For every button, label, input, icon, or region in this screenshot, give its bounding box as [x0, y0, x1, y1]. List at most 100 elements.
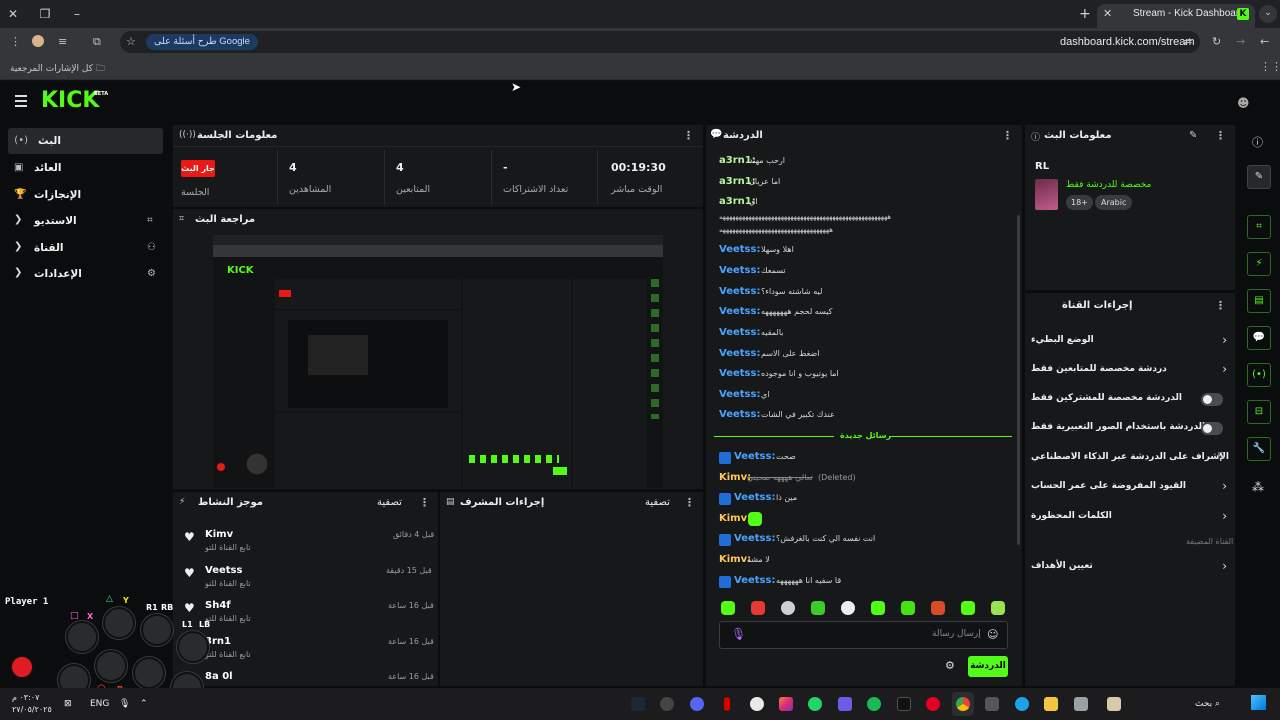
chat-scrollbar[interactable] — [1017, 215, 1020, 545]
microphone-tray-icon[interactable]: 🎙 — [119, 699, 130, 709]
profile-avatar-icon[interactable] — [32, 35, 44, 47]
tray-chevron-up-icon[interactable]: ⌃ — [140, 699, 148, 709]
sidebar-item-stream[interactable]: (•) البث — [8, 128, 163, 154]
new-tab-icon[interactable]: + — [1079, 6, 1091, 22]
set-goals-row[interactable]: تعيين الأهداف › — [1031, 557, 1227, 579]
subscribers-only-toggle[interactable] — [1201, 393, 1223, 406]
ai-moderation-row[interactable]: الإشراف على الدردشة عبر الذكاء الاصطناعي… — [1031, 448, 1229, 470]
banned-words-row[interactable]: الكلمات المحظورة › — [1031, 507, 1227, 529]
category-link[interactable]: مخصصة للدردشة فقط — [1066, 180, 1151, 190]
more-options-icon[interactable]: ⋮ — [419, 496, 430, 509]
chat-username[interactable]: Veetss: — [734, 575, 775, 586]
language-indicator[interactable]: ENG — [90, 699, 109, 709]
emoji-icon[interactable]: ☺ — [987, 628, 998, 641]
sidebar-item-achievements[interactable]: 🏆 الإنجازات — [8, 182, 163, 208]
emote-button[interactable] — [871, 601, 885, 615]
spotify-icon[interactable] — [867, 697, 881, 711]
chat-username[interactable]: Veetss: — [719, 389, 760, 400]
bookmark-star-icon[interactable]: ☆ — [126, 35, 136, 48]
taskbar-app-icon[interactable] — [1107, 697, 1121, 711]
emote-button[interactable] — [721, 601, 735, 615]
emote-button[interactable] — [931, 601, 945, 615]
chat-username[interactable]: Veetss: — [719, 286, 760, 297]
more-options-icon[interactable]: ⋮ — [1215, 129, 1226, 142]
tab-search-icon[interactable]: ⌄ — [1259, 5, 1277, 23]
chat-username[interactable]: Veetss: — [734, 451, 775, 462]
taskbar-app-icon[interactable] — [1074, 697, 1088, 711]
sidebar-item-revenue[interactable]: ▣ العائد — [8, 155, 163, 181]
taskbar-search[interactable]: بحث ⌕ — [1195, 699, 1220, 709]
taskbar-app-icon[interactable] — [838, 697, 852, 711]
broadcast-rail-icon[interactable]: (•) — [1247, 363, 1271, 387]
chat-username[interactable]: Veetss: — [719, 244, 760, 255]
emotes-only-toggle[interactable] — [1201, 422, 1223, 435]
reading-list-icon[interactable]: ≡ — [58, 35, 67, 48]
sidebar-item-settings[interactable]: ❯ الإعدادات ⚙ — [8, 261, 163, 287]
windows-start-icon[interactable] — [1251, 695, 1266, 710]
restore-window-icon[interactable]: ❐ — [34, 4, 56, 24]
emote-button[interactable] — [751, 601, 765, 615]
bolt-rail-icon[interactable]: ⚡ — [1247, 252, 1271, 276]
tiktok-icon[interactable] — [897, 697, 911, 711]
chrome-icon[interactable] — [956, 697, 970, 711]
instagram-icon[interactable] — [779, 697, 793, 711]
close-window-icon[interactable]: ✕ — [2, 4, 24, 24]
sidebar-item-studio[interactable]: ❯ الاستديو ⌗ — [8, 208, 163, 234]
network-icon[interactable]: ⊠ — [64, 699, 72, 709]
tab-close-icon[interactable]: ✕ — [1103, 7, 1112, 20]
chat-username[interactable]: Veetss: — [719, 327, 760, 338]
chat-username[interactable]: Kimv: — [719, 513, 751, 524]
url-text[interactable]: dashboard.kick.com/stream — [1060, 36, 1195, 48]
emote-button[interactable] — [991, 601, 1005, 615]
chat-username[interactable]: Veetss: — [734, 492, 775, 503]
filter-button[interactable]: تصفية — [377, 497, 402, 508]
whatsapp-icon[interactable] — [808, 697, 822, 711]
edit-rail-icon[interactable]: ✎ — [1247, 165, 1271, 189]
edge-browser-icon[interactable] — [1015, 697, 1029, 711]
activity-user[interactable]: Sh4f — [205, 600, 231, 611]
send-chat-button[interactable]: الدردشة — [968, 656, 1008, 677]
pinterest-icon[interactable] — [926, 697, 940, 711]
all-bookmarks-folder[interactable]: كل الإشارات المرجعية 🗀 — [10, 61, 105, 77]
forward-icon[interactable]: → — [1236, 35, 1245, 48]
site-settings-icon[interactable]: ⇌ — [1183, 35, 1192, 48]
user-avatar-icon[interactable]: ☻ — [1237, 96, 1253, 112]
clock-time[interactable]: ٠٣:٠٧ م — [12, 693, 39, 702]
stream-preview-video[interactable]: KICK — [213, 235, 663, 488]
file-explorer-icon[interactable] — [1044, 697, 1058, 711]
google-ask-chip[interactable]: طرح أسئلة على Google — [146, 34, 258, 50]
taskbar-app-icon[interactable] — [750, 697, 764, 711]
chat-settings-gear-icon[interactable]: ⚙ — [945, 659, 955, 672]
emote-button[interactable] — [961, 601, 975, 615]
emote-button[interactable] — [811, 601, 825, 615]
emote-button[interactable] — [781, 601, 795, 615]
back-icon[interactable]: ← — [1260, 35, 1269, 48]
activity-user[interactable]: Veetss — [205, 565, 242, 576]
discord-icon[interactable] — [690, 697, 704, 711]
taskbar-app-icon[interactable] — [724, 697, 730, 711]
chat-username[interactable]: Veetss: — [719, 409, 760, 420]
apps-grid-icon[interactable]: ⋮⋮ — [1260, 60, 1280, 73]
activity-user[interactable]: 8a 0l — [205, 671, 233, 682]
more-options-icon[interactable]: ⋮ — [1002, 129, 1013, 142]
emote-button[interactable] — [901, 601, 915, 615]
filter-button[interactable]: تصفية — [645, 497, 670, 508]
info-rail-icon[interactable]: ⓘ — [1252, 134, 1263, 150]
sidebar-item-channel[interactable]: ❯ القناة ⚇ — [8, 235, 163, 261]
store-icon[interactable] — [985, 697, 999, 711]
more-options-icon[interactable]: ⋮ — [683, 129, 694, 142]
account-age-row[interactable]: القيود المفروضة على عمر الحساب › — [1031, 477, 1227, 499]
wrench-rail-icon[interactable]: 🔧 — [1247, 437, 1271, 461]
obs-icon[interactable] — [660, 697, 674, 711]
chat-username[interactable]: Veetss: — [719, 306, 760, 317]
panel-rail-icon[interactable]: ⊟ — [1247, 400, 1271, 424]
extensions-icon[interactable]: ⧉ — [93, 35, 101, 49]
edit-pencil-icon[interactable]: ✎ — [1189, 130, 1197, 141]
category-thumbnail[interactable] — [1035, 179, 1058, 210]
apps-rail-icon[interactable]: ⁂ — [1252, 480, 1264, 494]
hamburger-menu-icon[interactable] — [15, 95, 27, 110]
address-bar[interactable] — [120, 31, 1200, 53]
reload-icon[interactable]: ↻ — [1212, 35, 1221, 48]
tag-chip[interactable]: 18+ — [1066, 195, 1093, 210]
menu-dots-icon[interactable]: ⋮ — [10, 35, 21, 48]
